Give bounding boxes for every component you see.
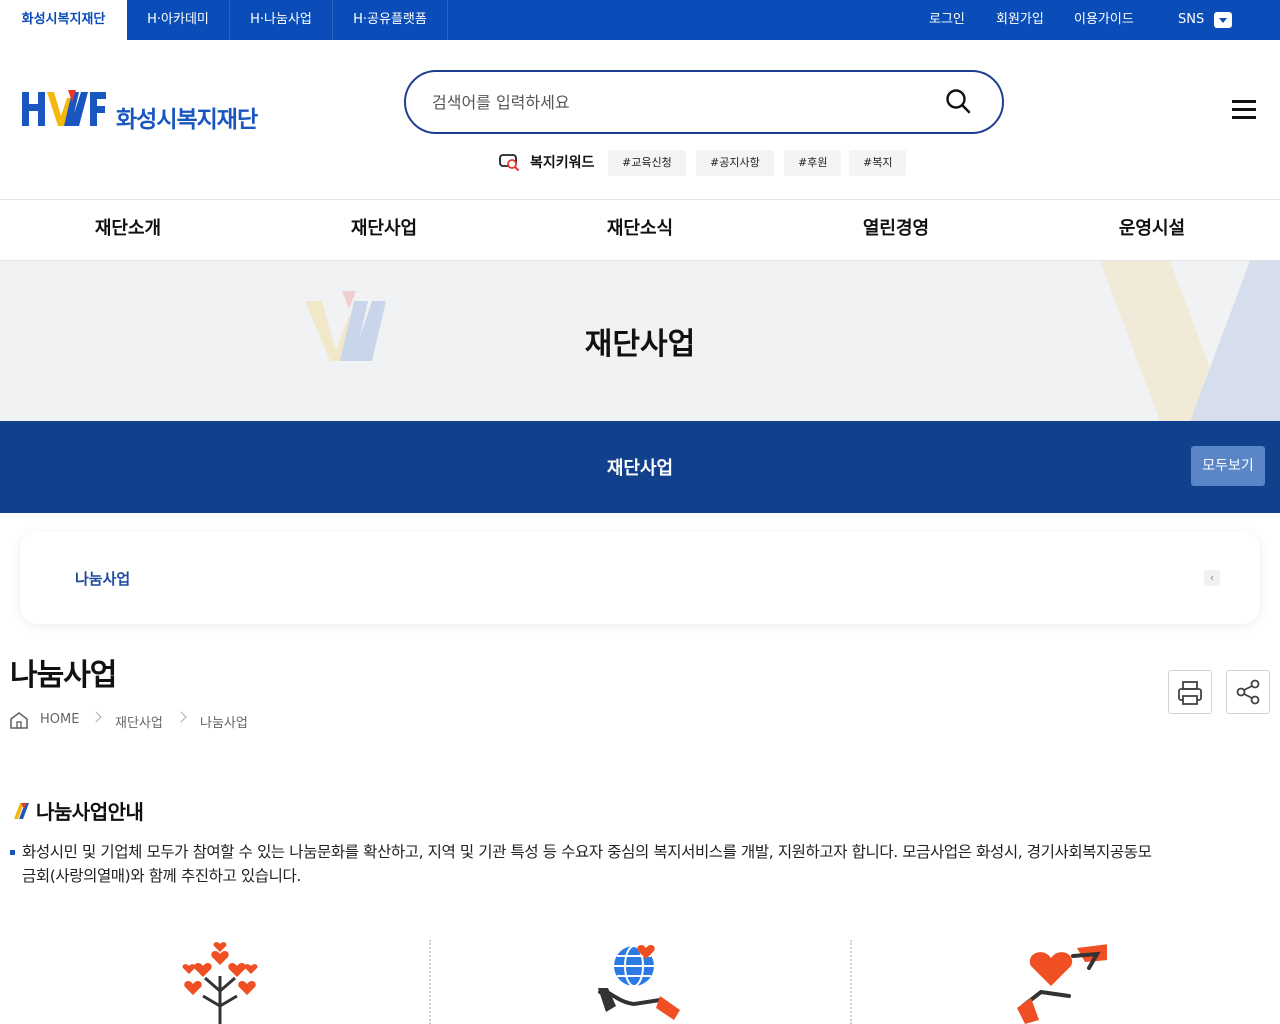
- keyword-tag[interactable]: #복지: [849, 150, 907, 176]
- share-button[interactable]: [1226, 670, 1270, 714]
- view-all-button[interactable]: 모두보기: [1191, 446, 1265, 486]
- divider: [850, 940, 852, 1024]
- keyword-tag[interactable]: #후원: [784, 150, 842, 176]
- hearts-tree-icon: [182, 942, 258, 1024]
- section-bar-title: 재단사업: [606, 458, 674, 479]
- login-link[interactable]: 로그인: [929, 0, 965, 40]
- logo-text[interactable]: 화성시복지재단: [116, 100, 258, 134]
- site-tab-sharing[interactable]: H·나눔사업: [230, 0, 333, 40]
- bullet: [10, 850, 15, 855]
- visual-title: 재단사업: [584, 327, 696, 362]
- heart-hands-icon: [1017, 944, 1107, 1024]
- sub-nav-item-sharing[interactable]: 나눔사업: [75, 568, 130, 589]
- top-bar: 화성시복지재단 H·아카데미 H·나눔사업 H·공유플랫폼 로그인 회원가입 이…: [0, 0, 1280, 40]
- breadcrumb-business[interactable]: 재단사업: [115, 712, 163, 731]
- keyword-tag[interactable]: #교육신청: [608, 150, 686, 176]
- nav-item-facilities[interactable]: 운영시설: [1024, 200, 1280, 260]
- share-icon: [1236, 679, 1260, 705]
- chevron-left-icon[interactable]: ‹: [1204, 570, 1220, 586]
- chevron-right-icon: [90, 711, 102, 723]
- keyword-tag[interactable]: #공지사항: [696, 150, 774, 176]
- search-input[interactable]: [432, 90, 912, 114]
- sub-visual: 재단사업: [0, 261, 1280, 421]
- nav-item-management[interactable]: 열린경영: [768, 200, 1024, 260]
- section-title-icon: [14, 803, 29, 819]
- globe-hand-icon: [598, 944, 680, 1020]
- site-tab-platform[interactable]: H·공유플랫폼: [333, 0, 448, 40]
- search-box: [404, 70, 1004, 134]
- chevron-down-icon[interactable]: [1214, 12, 1232, 28]
- site-tab-academy[interactable]: H·아카데미: [127, 0, 230, 40]
- nav-item-about[interactable]: 재단소개: [0, 200, 256, 260]
- breadcrumb-current: 나눔사업: [200, 716, 248, 731]
- keyword-title: 복지키워드: [530, 155, 595, 171]
- breadcrumb-home[interactable]: HOME: [40, 712, 79, 727]
- guide-link[interactable]: 이용가이드: [1074, 0, 1134, 40]
- section-bar: 재단사업 모두보기: [0, 421, 1280, 513]
- home-icon[interactable]: [9, 711, 29, 729]
- chevron-right-icon: [175, 711, 187, 723]
- sub-nav: 나눔사업 ‹: [20, 532, 1260, 624]
- join-link[interactable]: 회원가입: [996, 0, 1044, 40]
- print-icon: [1178, 681, 1202, 705]
- site-tab-foundation[interactable]: 화성시복지재단: [0, 0, 127, 40]
- section-title: 나눔사업안내: [36, 800, 144, 824]
- search-icon: [946, 88, 971, 113]
- nav-item-business[interactable]: 재단사업: [256, 200, 512, 260]
- nav-item-news[interactable]: 재단소식: [512, 200, 768, 260]
- search-button[interactable]: [942, 86, 974, 118]
- main-nav: 재단소개 재단사업 재단소식 열린경영 운영시설: [0, 199, 1280, 261]
- keyword-icon: [499, 154, 519, 171]
- logo-mark[interactable]: [20, 88, 110, 132]
- section-description: 화성시민 및 기업체 모두가 참여할 수 있는 나눔문화를 확산하고, 지역 및…: [22, 843, 1152, 885]
- sns-link[interactable]: SNS: [1178, 0, 1204, 40]
- print-button[interactable]: [1168, 670, 1212, 714]
- divider: [429, 940, 431, 1024]
- menu-icon[interactable]: [1232, 98, 1258, 122]
- page-title: 나눔사업: [10, 658, 117, 693]
